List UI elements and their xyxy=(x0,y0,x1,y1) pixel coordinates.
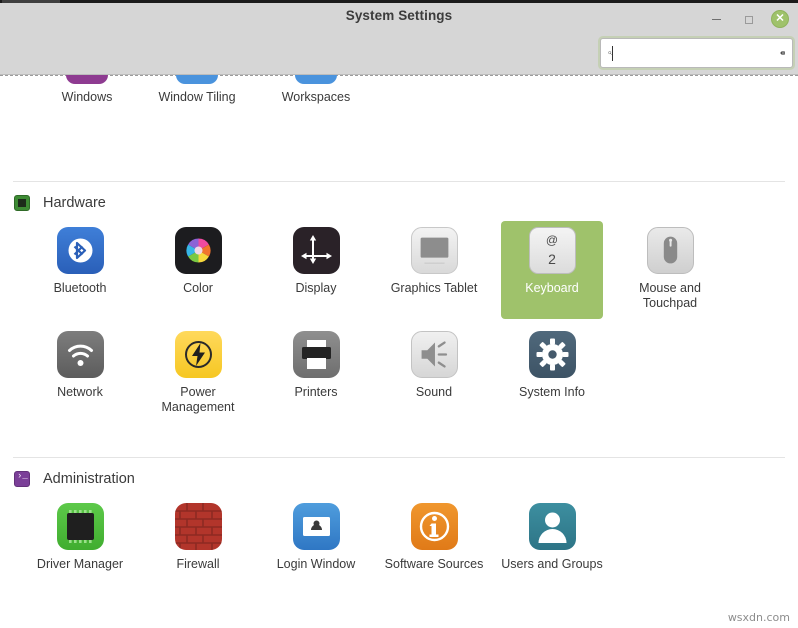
settings-item-label: Software Sources xyxy=(384,557,484,571)
settings-content-area[interactable]: Windows Window Tiling Workspaces Hardwar… xyxy=(0,75,798,628)
settings-item-label: Bluetooth xyxy=(53,281,107,295)
settings-item-label: Power Management xyxy=(161,385,235,414)
window-tiling-icon xyxy=(176,75,218,84)
settings-item-bluetooth[interactable]: Bluetooth xyxy=(29,221,131,296)
settings-item-label: Driver Manager xyxy=(36,557,124,571)
hardware-section-header: Hardware xyxy=(14,195,798,211)
settings-item-label: Printers xyxy=(294,385,338,399)
window-titlebar: System Settings ✕ xyxy=(0,3,798,75)
watermark: wsxdn.com xyxy=(727,611,790,624)
settings-item-graphics-tablet[interactable]: Graphics Tablet xyxy=(383,221,485,296)
section-title: Administration xyxy=(43,471,135,487)
search-box[interactable] xyxy=(600,38,793,68)
settings-item-color[interactable]: Color xyxy=(147,221,249,296)
system-info-icon xyxy=(528,331,576,378)
power-icon xyxy=(174,331,222,378)
keyboard-icon: @ 2 xyxy=(528,227,576,274)
settings-item-label: System Info xyxy=(519,385,585,399)
settings-item-label: Users and Groups xyxy=(501,557,603,571)
settings-item-label: Workspaces xyxy=(281,90,351,104)
firewall-icon xyxy=(174,503,222,550)
keyboard-key-top: @ xyxy=(545,233,559,247)
clear-entry-icon[interactable] xyxy=(780,46,785,60)
settings-item-label: Color xyxy=(183,281,213,295)
terminal-icon xyxy=(14,471,30,487)
settings-item-label: Sound xyxy=(415,385,453,399)
settings-item-power-management[interactable]: Power Management xyxy=(147,325,249,415)
settings-item-login-window[interactable]: Login Window xyxy=(265,497,367,572)
minimize-icon xyxy=(712,18,721,21)
section-title: Hardware xyxy=(43,195,106,211)
settings-item-firewall[interactable]: Firewall xyxy=(147,497,249,572)
minimize-button[interactable] xyxy=(708,11,725,28)
maximize-button[interactable] xyxy=(740,11,757,28)
section-divider xyxy=(13,457,785,458)
settings-item-windows[interactable]: Windows xyxy=(29,75,145,104)
settings-item-label: Display xyxy=(295,281,337,295)
mouse-icon xyxy=(646,227,694,274)
hardware-section: Hardware Bluetooth Color Display Graphic… xyxy=(0,181,798,414)
settings-item-keyboard[interactable]: @ 2 Keyboard xyxy=(501,221,603,319)
clipped-icon-row: Windows Window Tiling Workspaces xyxy=(0,75,798,115)
network-icon xyxy=(56,331,104,378)
settings-item-network[interactable]: Network xyxy=(29,325,131,400)
system-settings-window: System Settings ✕ Windows Window Tiling … xyxy=(0,3,798,628)
settings-item-label: Graphics Tablet xyxy=(390,281,478,295)
settings-item-mouse-and-touchpad[interactable]: Mouse and Touchpad xyxy=(619,221,721,311)
sound-icon xyxy=(410,331,458,378)
windows-icon xyxy=(66,75,108,84)
hardware-icon-grid: Bluetooth Color Display Graphics Tablet … xyxy=(0,221,798,414)
settings-item-sound[interactable]: Sound xyxy=(383,325,485,400)
settings-item-label: Firewall xyxy=(176,557,220,571)
settings-item-software-sources[interactable]: Software Sources xyxy=(383,497,485,572)
section-divider xyxy=(13,181,785,182)
text-caret xyxy=(612,46,614,61)
settings-item-label: Keyboard xyxy=(525,281,579,295)
administration-section: Administration xyxy=(0,457,798,607)
settings-item-printers[interactable]: Printers xyxy=(265,325,367,400)
window-title: System Settings xyxy=(345,8,453,23)
settings-item-window-tiling[interactable]: Window Tiling xyxy=(139,75,255,104)
settings-item-driver-manager[interactable]: Driver Manager xyxy=(29,497,131,572)
color-icon xyxy=(174,227,222,274)
administration-section-header: Administration xyxy=(14,471,798,487)
settings-item-label: Network xyxy=(57,385,103,399)
keyboard-key-bottom: 2 xyxy=(548,251,556,267)
printer-icon xyxy=(292,331,340,378)
administration-icon-grid: Driver Manager Firewall Login Window Sof… xyxy=(0,497,798,607)
settings-item-workspaces[interactable]: Workspaces xyxy=(258,75,374,104)
settings-item-users-and-groups[interactable]: Users and Groups xyxy=(501,497,603,572)
settings-item-label: Windows xyxy=(61,90,113,104)
maximize-icon xyxy=(744,15,753,24)
chip-icon xyxy=(14,195,30,211)
search-input[interactable] xyxy=(612,40,781,66)
users-groups-icon xyxy=(528,503,576,550)
login-window-icon xyxy=(292,503,340,550)
graphics-tablet-icon xyxy=(410,227,458,274)
bluetooth-icon xyxy=(56,227,104,274)
settings-item-system-info[interactable]: System Info xyxy=(501,325,603,400)
screenshot-root: System Settings ✕ Windows Window Tiling … xyxy=(0,0,798,628)
display-icon xyxy=(292,227,340,274)
settings-item-display[interactable]: Display xyxy=(265,221,367,296)
workspaces-icon xyxy=(295,75,337,84)
settings-item-label: Window Tiling xyxy=(158,90,236,104)
software-sources-icon xyxy=(410,503,458,550)
settings-item-label: Mouse and Touchpad xyxy=(639,281,701,310)
settings-item-label: Login Window xyxy=(276,557,356,571)
driver-manager-icon xyxy=(56,503,104,550)
close-button[interactable]: ✕ xyxy=(771,10,789,28)
close-icon: ✕ xyxy=(775,12,785,24)
